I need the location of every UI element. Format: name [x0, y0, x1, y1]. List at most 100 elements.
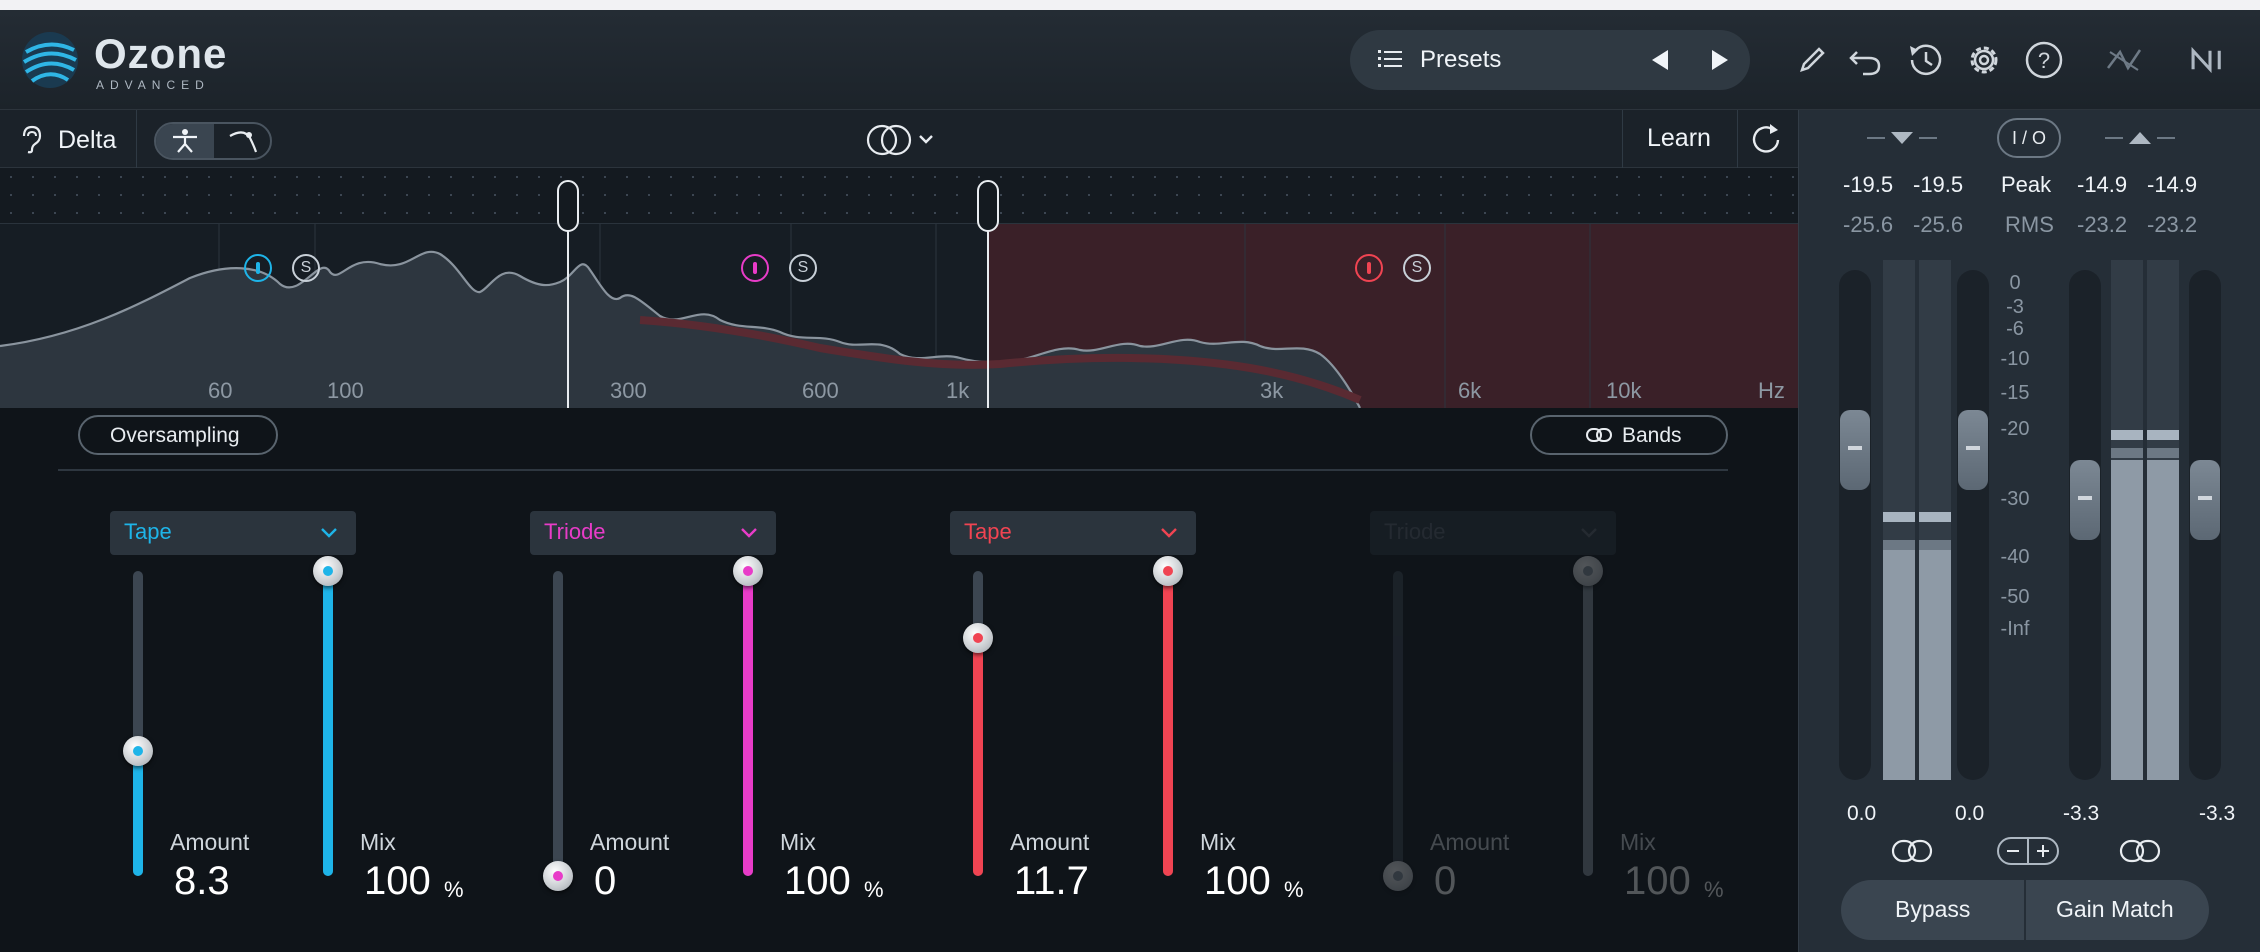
band-2-amount-slider[interactable]: [543, 571, 573, 891]
output-meter-r-peak: [2147, 430, 2179, 440]
output-gain-handle-l[interactable]: [2070, 460, 2100, 540]
gear-icon[interactable]: [1964, 40, 2004, 80]
meter-scale-tick: -6: [2006, 318, 2024, 340]
band-2-amount-value: 0: [594, 859, 617, 903]
input-gain-slider-r[interactable]: [1957, 270, 1989, 780]
crossover-handle-1[interactable]: [557, 180, 579, 232]
freq-label-hz: Hz: [1758, 378, 1785, 403]
help-icon[interactable]: ?: [2024, 40, 2064, 80]
output-gain-l-value: -3.3: [2063, 802, 2100, 825]
next-preset-icon[interactable]: [1706, 46, 1734, 74]
chevron-down-icon: [1581, 528, 1597, 538]
band-4-mix-fill: [1583, 571, 1593, 876]
presets-bar[interactable]: Presets: [1350, 30, 1750, 90]
oversampling-button[interactable]: Oversampling: [78, 415, 278, 455]
band-4-mode-dropdown[interactable]: Triode: [1370, 511, 1616, 555]
prev-preset-icon[interactable]: [1646, 46, 1674, 74]
band-1-mix-unit: %: [444, 877, 464, 902]
input-gain-slider-l[interactable]: [1839, 270, 1871, 780]
output-link-icon[interactable]: [2119, 838, 2161, 864]
pencil-icon[interactable]: [1792, 40, 1832, 80]
band-3-mix-fill: [1163, 571, 1173, 876]
band-2-mode-dropdown[interactable]: Triode: [530, 511, 776, 555]
band-2-bypass-button[interactable]: [741, 254, 769, 282]
refresh-icon[interactable]: [1746, 120, 1786, 160]
freq-label-3k: 3k: [1260, 378, 1284, 403]
band-3-solo-button[interactable]: S: [1403, 254, 1431, 282]
ear-icon: [22, 125, 42, 154]
band-4-mix-slider[interactable]: [1573, 556, 1603, 876]
crossover-ruler[interactable]: [0, 168, 1798, 224]
band-4-controls: Triode Amount 0 Mix 100 %: [1370, 511, 1770, 931]
band-1-amount-knob[interactable]: [123, 735, 153, 766]
band-1-solo-button[interactable]: S: [292, 254, 320, 282]
input-meter-select-icon[interactable]: [1867, 128, 1937, 148]
band-3-bypass-button[interactable]: [1355, 254, 1383, 282]
input-meter-r-peak: [1919, 512, 1951, 522]
mode-stereo-button[interactable]: [156, 124, 214, 158]
output-gain-handle-r[interactable]: [2190, 460, 2220, 540]
history-icon[interactable]: [1904, 40, 1944, 80]
band-4-amount-knob[interactable]: [1383, 861, 1413, 891]
presets-label[interactable]: Presets: [1420, 46, 1501, 74]
band-1-bypass-button[interactable]: [244, 254, 272, 282]
band-2-mix-slider[interactable]: [733, 556, 763, 876]
spectrum-display[interactable]: S S S 60 100 300 600 1k 3k 6k 10k Hz: [0, 168, 1798, 408]
output-meter-select-icon[interactable]: [2105, 128, 2175, 148]
input-link-icon[interactable]: [1891, 838, 1933, 864]
stereo-mode-dropdown[interactable]: [866, 122, 942, 158]
band-3-amount-slider[interactable]: [963, 571, 993, 876]
signal-chain-icon[interactable]: [2104, 40, 2144, 80]
oversampling-label: Oversampling: [110, 424, 240, 447]
band-1-mix-knob[interactable]: [313, 556, 343, 586]
band-1-mix-label: Mix: [360, 829, 396, 855]
bands-button[interactable]: Bands: [1530, 415, 1728, 455]
band-4-mode-label: Triode: [1384, 519, 1446, 544]
band-1-mode-dropdown[interactable]: Tape: [110, 511, 356, 555]
output-gain-slider-r[interactable]: [2189, 270, 2221, 780]
band-4-amount-slider[interactable]: [1383, 571, 1413, 891]
gain-match-button[interactable]: Gain Match: [2026, 880, 2209, 940]
band-3-mix-knob[interactable]: [1153, 556, 1183, 586]
freq-label-100: 100: [327, 378, 364, 403]
mode-curve-button[interactable]: [214, 124, 270, 158]
band-3-mix-slider[interactable]: [1153, 556, 1183, 876]
freq-label-600: 600: [802, 378, 839, 403]
band-1-amount-label: Amount: [170, 829, 250, 855]
band-4-mix-value: 100: [1624, 859, 1691, 903]
learn-button[interactable]: Learn: [1622, 110, 1738, 168]
band-1-amount-slider[interactable]: [123, 571, 153, 876]
module-toolbar: Delta Learn: [0, 110, 1798, 168]
band-1-amount-fill: [133, 750, 143, 876]
app-name: Ozone: [94, 30, 228, 77]
band-4-mix-knob[interactable]: [1573, 556, 1603, 586]
undo-icon[interactable]: [1845, 40, 1885, 80]
band-3-amount-knob[interactable]: [963, 623, 993, 654]
output-gain-slider-l[interactable]: [2069, 270, 2101, 780]
input-gain-handle-l[interactable]: [1840, 410, 1870, 490]
band-2-mix-unit: %: [864, 877, 884, 902]
band-2-mix-knob[interactable]: [733, 556, 763, 586]
view-mode-toggle[interactable]: [154, 122, 272, 160]
meter-scale-tick: -10: [2000, 348, 2030, 370]
header-bar: Ozone ADVANCED Presets ?: [0, 10, 2260, 110]
gain-offset-stepper[interactable]: [1997, 836, 2059, 866]
io-meters-panel: I / O -19.5 -19.5 Peak -14.9 -14.9 -25.6…: [1798, 110, 2260, 952]
crossover-handle-2[interactable]: [977, 180, 999, 232]
band-3-mode-dropdown[interactable]: Tape: [950, 511, 1196, 555]
bypass-button[interactable]: Bypass: [1841, 880, 2024, 940]
app-edition: ADVANCED: [96, 78, 210, 92]
output-rms-r: -23.2: [2147, 212, 2198, 237]
io-toggle-button[interactable]: I / O: [1997, 118, 2061, 158]
meter-scale-tick: -3: [2006, 296, 2024, 318]
meter-scale-tick: -20: [2000, 418, 2030, 440]
band-3-amount-label: Amount: [1010, 829, 1090, 855]
ozone-window: Ozone ADVANCED Presets ? Delta Learn S S…: [0, 10, 2260, 952]
band-1-mix-slider[interactable]: [313, 556, 343, 876]
input-gain-handle-r[interactable]: [1958, 410, 1988, 490]
band-2-solo-label: S: [797, 259, 809, 276]
band-2-solo-button[interactable]: S: [789, 254, 817, 282]
bands-label: Bands: [1622, 424, 1682, 447]
band-2-amount-knob[interactable]: [543, 861, 573, 891]
output-gain-r-value: -3.3: [2199, 802, 2236, 825]
